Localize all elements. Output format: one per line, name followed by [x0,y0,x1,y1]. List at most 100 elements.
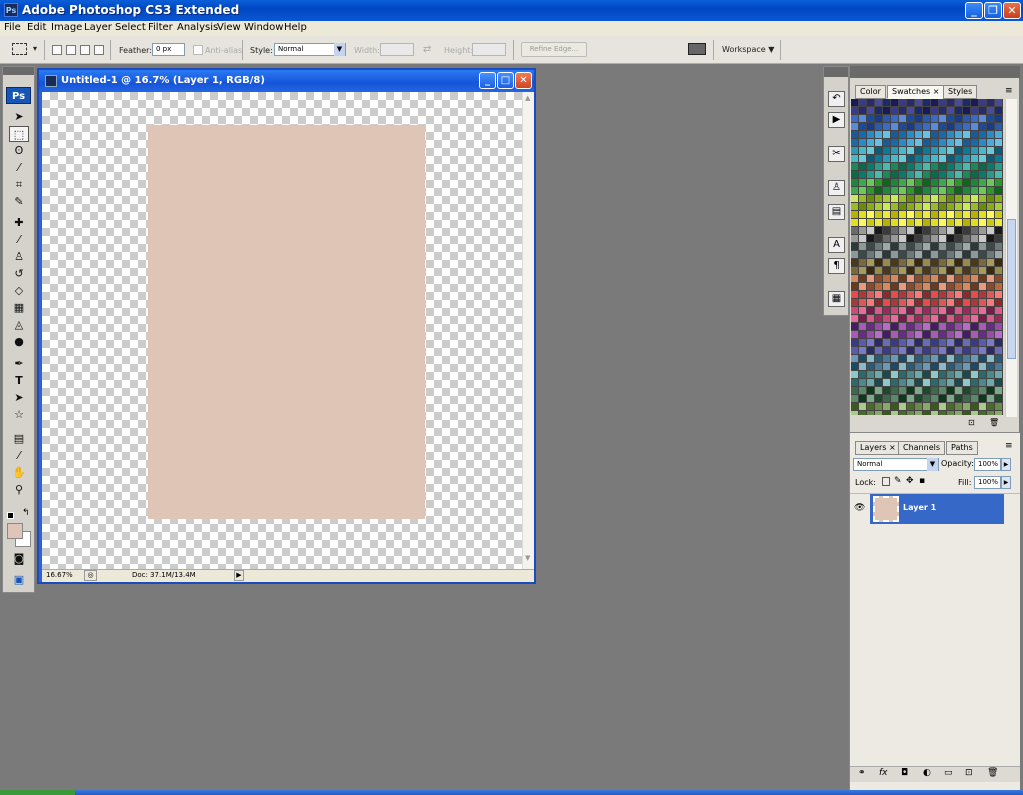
swatch[interactable] [923,107,930,114]
swatch[interactable] [875,283,882,290]
swatch[interactable] [963,155,970,162]
swatches-scrollbar[interactable] [1005,99,1017,417]
swatch[interactable] [939,219,946,226]
swatch[interactable] [931,395,938,402]
swatch[interactable] [899,347,906,354]
swatch[interactable] [931,171,938,178]
swatch[interactable] [907,163,914,170]
swatch[interactable] [899,147,906,154]
screen-mode-icon[interactable]: ▣ [9,572,29,588]
intersect-selection-icon[interactable] [94,45,104,55]
swatch[interactable] [979,395,986,402]
swatch[interactable] [947,299,954,306]
swatch[interactable] [875,379,882,386]
swatch[interactable] [899,227,906,234]
swatch[interactable] [995,363,1002,370]
swatch[interactable] [963,355,970,362]
swatch[interactable] [923,99,930,106]
swatch[interactable] [915,243,922,250]
swatch[interactable] [867,147,874,154]
swatch[interactable] [995,307,1002,314]
swatch[interactable] [875,395,882,402]
swatch[interactable] [931,147,938,154]
swatch[interactable] [883,371,890,378]
swatch[interactable] [891,307,898,314]
swatch[interactable] [939,203,946,210]
swatch[interactable] [875,171,882,178]
swatch[interactable] [899,363,906,370]
swatch[interactable] [867,291,874,298]
swatch[interactable] [987,403,994,410]
swatch[interactable] [963,211,970,218]
swatch[interactable] [875,147,882,154]
swatch[interactable] [875,363,882,370]
swatch[interactable] [915,299,922,306]
swatch[interactable] [995,275,1002,282]
swatch[interactable] [899,387,906,394]
swatch[interactable] [891,131,898,138]
swatch[interactable] [875,267,882,274]
swatch[interactable] [947,195,954,202]
swatch[interactable] [875,251,882,258]
swatch[interactable] [851,203,858,210]
swatch[interactable] [923,139,930,146]
swatch[interactable] [963,139,970,146]
swatch[interactable] [995,131,1002,138]
swatch[interactable] [971,307,978,314]
scroll-up-icon[interactable]: ▲ [525,94,530,102]
swatch[interactable] [963,267,970,274]
menu-edit[interactable]: Edit [27,22,46,33]
tab-paths[interactable]: Paths [946,441,978,455]
swatch[interactable] [955,171,962,178]
swatch[interactable] [971,195,978,202]
swatch[interactable] [915,379,922,386]
swatch[interactable] [995,267,1002,274]
swatch[interactable] [979,259,986,266]
swatch[interactable] [939,155,946,162]
swatch[interactable] [963,371,970,378]
swatch[interactable] [963,291,970,298]
quick-mask-icon[interactable]: ◙ [9,551,29,567]
swatch[interactable] [987,307,994,314]
swatch[interactable] [987,227,994,234]
swatch[interactable] [907,99,914,106]
swatch[interactable] [851,219,858,226]
swatch[interactable] [875,235,882,242]
swatch[interactable] [907,123,914,130]
swatch[interactable] [931,195,938,202]
swatch[interactable] [931,211,938,218]
swatch[interactable] [915,203,922,210]
swatch[interactable] [859,147,866,154]
document-maximize-icon[interactable]: □ [497,72,514,89]
swatch[interactable] [931,315,938,322]
swatch[interactable] [891,139,898,146]
swatch[interactable] [851,147,858,154]
swatch[interactable] [971,283,978,290]
swatch[interactable] [891,171,898,178]
swatch[interactable] [931,155,938,162]
swatch[interactable] [851,371,858,378]
swatch[interactable] [931,267,938,274]
swatch[interactable] [987,323,994,330]
swatch[interactable] [915,147,922,154]
tab-color[interactable]: Color [855,85,886,99]
swatch[interactable] [859,211,866,218]
swatch[interactable] [915,195,922,202]
swatch[interactable] [859,379,866,386]
type-tool-icon[interactable]: T [9,373,29,389]
swatch[interactable] [971,379,978,386]
crop-tool-icon[interactable]: ⌗ [9,177,29,193]
maximize-icon[interactable]: ❐ [984,2,1002,19]
swatch[interactable] [883,123,890,130]
swatch[interactable] [875,131,882,138]
swatch[interactable] [987,195,994,202]
swatch[interactable] [971,227,978,234]
swatch[interactable] [867,307,874,314]
swatch[interactable] [995,403,1002,410]
swatch[interactable] [915,99,922,106]
swatch[interactable] [971,179,978,186]
swatch[interactable] [979,243,986,250]
fx-icon[interactable]: fx [879,768,888,778]
swatch[interactable] [923,411,930,415]
swatch[interactable] [955,299,962,306]
